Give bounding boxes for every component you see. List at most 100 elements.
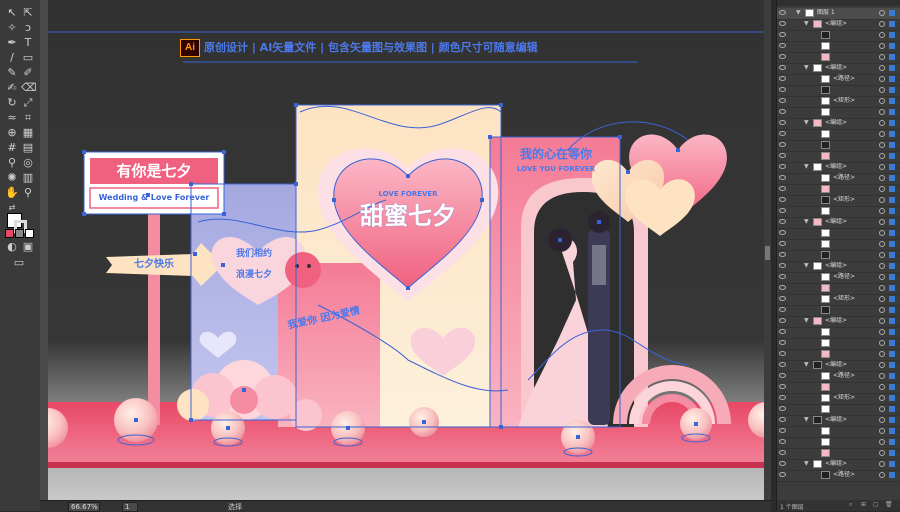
selection-indicator[interactable] xyxy=(889,329,895,335)
target-circle-icon[interactable] xyxy=(879,274,885,280)
selection-indicator[interactable] xyxy=(889,439,895,445)
selection-indicator[interactable] xyxy=(889,351,895,357)
selection-indicator[interactable] xyxy=(889,208,895,214)
visibility-eye-icon[interactable] xyxy=(779,197,786,202)
selection-indicator[interactable] xyxy=(889,10,895,16)
layers-panel-tab[interactable] xyxy=(777,0,900,6)
visibility-eye-icon[interactable] xyxy=(779,274,786,279)
visibility-eye-icon[interactable] xyxy=(779,373,786,378)
target-circle-icon[interactable] xyxy=(879,461,885,467)
selection-indicator[interactable] xyxy=(889,65,895,71)
target-circle-icon[interactable] xyxy=(879,54,885,60)
visibility-eye-icon[interactable] xyxy=(779,428,786,433)
artwork[interactable] xyxy=(40,0,771,500)
selection-indicator[interactable] xyxy=(889,98,895,104)
expand-arrow-icon[interactable]: ▼ xyxy=(804,64,809,71)
visibility-eye-icon[interactable] xyxy=(779,120,786,125)
selection-indicator[interactable] xyxy=(889,406,895,412)
target-circle-icon[interactable] xyxy=(879,230,885,236)
visibility-eye-icon[interactable] xyxy=(779,285,786,290)
target-circle-icon[interactable] xyxy=(879,98,885,104)
target-circle-icon[interactable] xyxy=(879,175,885,181)
visibility-eye-icon[interactable] xyxy=(779,109,786,114)
selection-indicator[interactable] xyxy=(889,362,895,368)
rotate-tool-icon[interactable]: ↻ xyxy=(5,96,19,110)
direct-selection-tool-icon[interactable]: ⇱ xyxy=(21,6,35,20)
target-circle-icon[interactable] xyxy=(879,395,885,401)
type-tool-icon[interactable]: T xyxy=(21,36,35,50)
visibility-eye-icon[interactable] xyxy=(779,10,786,15)
target-circle-icon[interactable] xyxy=(879,109,885,115)
selection-indicator[interactable] xyxy=(889,142,895,148)
hand-tool-icon[interactable]: ✋ xyxy=(5,186,19,200)
selection-indicator[interactable] xyxy=(889,131,895,137)
selection-indicator[interactable] xyxy=(889,219,895,225)
selection-indicator[interactable] xyxy=(889,428,895,434)
perspective-grid-tool-icon[interactable]: ▦ xyxy=(21,126,35,140)
zoom-tool-icon[interactable]: ⚲ xyxy=(21,186,35,200)
target-circle-icon[interactable] xyxy=(879,439,885,445)
selection-indicator[interactable] xyxy=(889,252,895,258)
target-circle-icon[interactable] xyxy=(879,252,885,258)
target-circle-icon[interactable] xyxy=(879,43,885,49)
scale-tool-icon[interactable]: ⤢ xyxy=(21,96,35,110)
visibility-eye-icon[interactable] xyxy=(779,186,786,191)
visibility-eye-icon[interactable] xyxy=(779,230,786,235)
visibility-eye-icon[interactable] xyxy=(779,131,786,136)
selection-indicator[interactable] xyxy=(889,76,895,82)
rectangle-tool-icon[interactable]: ▭ xyxy=(21,51,35,65)
blob-brush-tool-icon[interactable]: ✍ xyxy=(5,81,19,95)
target-circle-icon[interactable] xyxy=(879,76,885,82)
visibility-eye-icon[interactable] xyxy=(779,362,786,367)
paintbrush-tool-icon[interactable]: ✎ xyxy=(5,66,19,80)
selection-indicator[interactable] xyxy=(889,21,895,27)
graph-tool-icon[interactable]: ▥ xyxy=(21,171,35,185)
visibility-eye-icon[interactable] xyxy=(779,87,786,92)
target-circle-icon[interactable] xyxy=(879,362,885,368)
target-circle-icon[interactable] xyxy=(879,296,885,302)
selection-indicator[interactable] xyxy=(889,318,895,324)
target-circle-icon[interactable] xyxy=(879,142,885,148)
target-circle-icon[interactable] xyxy=(879,450,885,456)
visibility-eye-icon[interactable] xyxy=(779,65,786,70)
none-mode-button[interactable] xyxy=(25,229,34,238)
visibility-eye-icon[interactable] xyxy=(779,461,786,466)
target-circle-icon[interactable] xyxy=(879,197,885,203)
line-tool-icon[interactable]: / xyxy=(5,51,19,65)
expand-arrow-icon[interactable]: ▼ xyxy=(804,163,809,170)
target-circle-icon[interactable] xyxy=(879,65,885,71)
visibility-eye-icon[interactable] xyxy=(779,263,786,268)
visibility-eye-icon[interactable] xyxy=(779,406,786,411)
visibility-eye-icon[interactable] xyxy=(779,252,786,257)
selection-indicator[interactable] xyxy=(889,307,895,313)
selection-indicator[interactable] xyxy=(889,340,895,346)
selection-indicator[interactable] xyxy=(889,285,895,291)
visibility-eye-icon[interactable] xyxy=(779,351,786,356)
new-sublayer-icon[interactable]: ⊞ xyxy=(861,501,866,508)
target-circle-icon[interactable] xyxy=(879,10,885,16)
eraser-tool-icon[interactable]: ⌫ xyxy=(21,81,37,95)
new-layer-icon[interactable]: ▢ xyxy=(873,501,879,508)
target-circle-icon[interactable] xyxy=(879,32,885,38)
selection-indicator[interactable] xyxy=(889,109,895,115)
visibility-eye-icon[interactable] xyxy=(779,175,786,180)
layer-row[interactable]: <路径> xyxy=(777,470,900,482)
target-circle-icon[interactable] xyxy=(879,153,885,159)
visibility-eye-icon[interactable] xyxy=(779,318,786,323)
target-circle-icon[interactable] xyxy=(879,219,885,225)
target-circle-icon[interactable] xyxy=(879,21,885,27)
selection-indicator[interactable] xyxy=(889,395,895,401)
free-transform-tool-icon[interactable]: ⌗ xyxy=(21,111,35,125)
target-circle-icon[interactable] xyxy=(879,307,885,313)
visibility-eye-icon[interactable] xyxy=(779,54,786,59)
expand-arrow-icon[interactable]: ▼ xyxy=(804,317,809,324)
eyedropper-tool-icon[interactable]: ⚲ xyxy=(5,156,19,170)
selection-indicator[interactable] xyxy=(889,230,895,236)
expand-arrow-icon[interactable]: ▼ xyxy=(804,460,809,467)
target-circle-icon[interactable] xyxy=(879,241,885,247)
target-circle-icon[interactable] xyxy=(879,120,885,126)
selection-indicator[interactable] xyxy=(889,43,895,49)
symbol-sprayer-tool-icon[interactable]: ✺ xyxy=(5,171,19,185)
target-circle-icon[interactable] xyxy=(879,472,885,478)
visibility-eye-icon[interactable] xyxy=(779,153,786,158)
